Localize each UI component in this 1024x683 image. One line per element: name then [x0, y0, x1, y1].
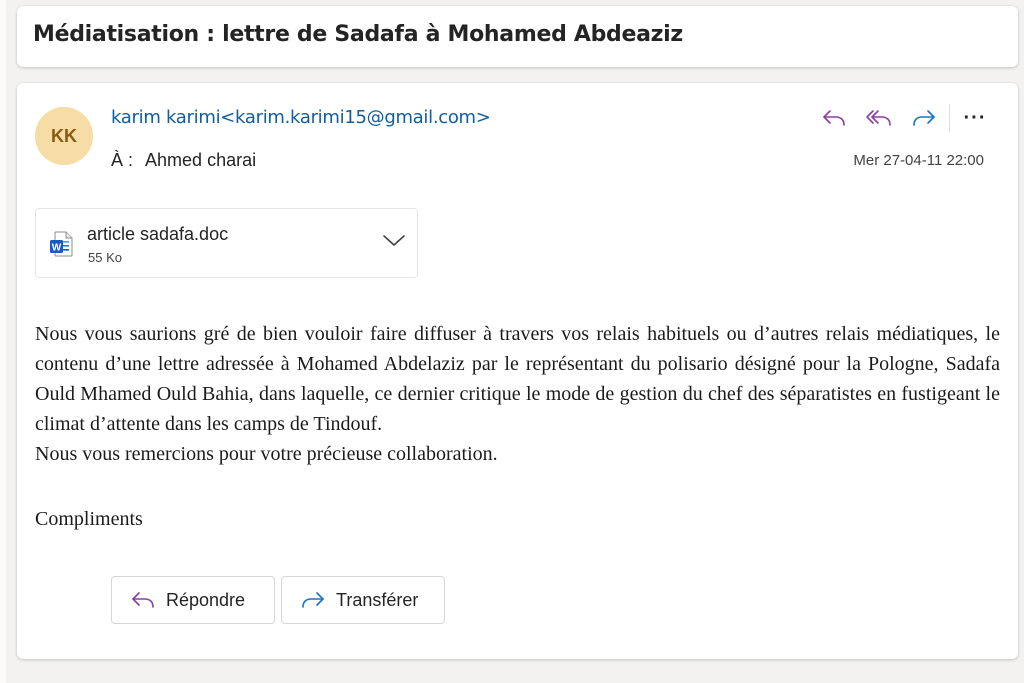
forward-arrow-icon	[302, 592, 324, 608]
more-options-icon[interactable]: ···	[960, 103, 990, 133]
reply-button-label: Répondre	[166, 589, 246, 610]
attachment-card[interactable]: W article sadafa.doc 55 Ko	[35, 208, 418, 278]
reply-all-icon[interactable]	[862, 103, 896, 133]
body-paragraph: Nous vous remercions pour votre précieus…	[35, 443, 498, 465]
body-paragraph: Nous vous saurions gré de bien vouloir f…	[35, 323, 1000, 435]
message-actions: ···	[806, 103, 990, 133]
reply-icon[interactable]	[817, 103, 851, 133]
word-doc-icon: W	[49, 231, 73, 262]
body-signoff: Compliments	[35, 508, 143, 530]
left-window-edge	[0, 0, 6, 683]
attachment-size: 55 Ko	[88, 250, 122, 265]
message-card: KK karim karimi<karim.karimi15@gmail.com…	[17, 83, 1018, 659]
email-subject: Médiatisation : lettre de Sadafa à Moham…	[33, 22, 683, 47]
attachment-name: article sadafa.doc	[87, 224, 229, 244]
message-body: Nous vous saurions gré de bien vouloir f…	[35, 319, 1000, 469]
sender-avatar[interactable]: KK	[35, 107, 93, 165]
forward-button[interactable]: Transférer	[281, 576, 445, 624]
actions-divider	[949, 104, 950, 132]
subject-card: Médiatisation : lettre de Sadafa à Moham…	[17, 6, 1018, 67]
recipient-line: À : Ahmed charai	[111, 150, 256, 171]
sender-name[interactable]: karim karimi<karim.karimi15@gmail.com>	[111, 107, 491, 128]
forward-icon[interactable]	[907, 103, 941, 133]
to-label: À :	[111, 150, 134, 170]
recipient-name[interactable]: Ahmed charai	[145, 150, 256, 170]
message-date: Mer 27-04-11 22:00	[853, 152, 984, 169]
reply-button[interactable]: Répondre	[111, 576, 275, 624]
chevron-down-icon[interactable]	[381, 231, 407, 254]
reply-arrow-icon	[132, 592, 154, 608]
svg-text:W: W	[52, 243, 62, 254]
forward-button-label: Transférer	[336, 589, 419, 610]
